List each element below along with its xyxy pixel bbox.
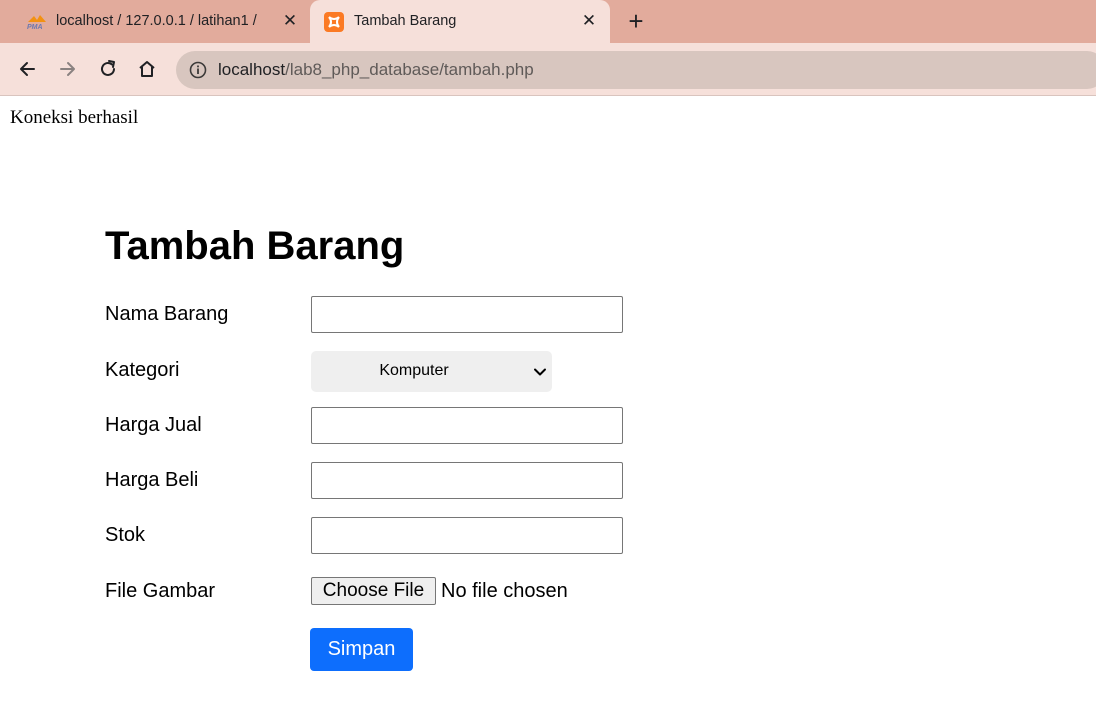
tab-title: Tambah Barang <box>354 13 457 29</box>
harga-beli-label: Harga Beli <box>105 469 199 491</box>
nama-barang-input[interactable] <box>311 296 623 333</box>
page-title: Tambah Barang <box>105 224 405 268</box>
tab-phpmyadmin[interactable]: PMA localhost / 127.0.0.1 / latihan1 / ✕ <box>0 0 310 43</box>
browser-toolbar: localhost/lab8_php_database/tambah.php <box>0 43 1096 96</box>
kategori-select[interactable]: Komputer <box>311 351 552 392</box>
nama-barang-label: Nama Barang <box>105 303 229 325</box>
back-icon[interactable] <box>14 56 40 82</box>
connection-status: Koneksi berhasil <box>10 107 139 128</box>
file-status-text: No file chosen <box>441 580 568 602</box>
url-host: localhost <box>218 60 286 79</box>
xampp-icon <box>324 12 344 32</box>
page-content: Koneksi berhasil Tambah Barang Nama Bara… <box>0 97 1096 712</box>
home-icon[interactable] <box>134 56 160 82</box>
harga-jual-input[interactable] <box>311 407 623 444</box>
reload-icon[interactable] <box>95 56 121 82</box>
simpan-button[interactable]: Simpan <box>310 628 413 671</box>
kategori-selected-value: Komputer <box>379 362 449 379</box>
close-tab-icon[interactable]: ✕ <box>579 11 599 31</box>
tab-strip: PMA localhost / 127.0.0.1 / latihan1 / ✕… <box>0 0 1096 43</box>
close-tab-icon[interactable]: ✕ <box>280 11 300 31</box>
url-text: localhost/lab8_php_database/tambah.php <box>218 60 534 80</box>
harga-jual-label: Harga Jual <box>105 414 202 436</box>
phpmyadmin-icon: PMA <box>26 12 46 31</box>
stok-input[interactable] <box>311 517 623 554</box>
forward-icon[interactable] <box>55 56 81 82</box>
site-info-icon[interactable] <box>189 61 207 79</box>
new-tab-icon[interactable]: + <box>623 8 649 35</box>
address-bar[interactable]: localhost/lab8_php_database/tambah.php <box>176 51 1096 89</box>
svg-text:PMA: PMA <box>27 24 43 30</box>
file-gambar-label: File Gambar <box>105 580 216 602</box>
chevron-down-icon <box>533 365 547 379</box>
stok-label: Stok <box>105 524 146 546</box>
choose-file-button[interactable]: Choose File <box>311 577 436 605</box>
harga-beli-input[interactable] <box>311 462 623 499</box>
tab-tambah-barang[interactable]: Tambah Barang ✕ <box>310 0 610 43</box>
tab-title: localhost / 127.0.0.1 / latihan1 / <box>56 13 257 29</box>
kategori-label: Kategori <box>105 359 180 381</box>
url-path: /lab8_php_database/tambah.php <box>285 60 534 79</box>
